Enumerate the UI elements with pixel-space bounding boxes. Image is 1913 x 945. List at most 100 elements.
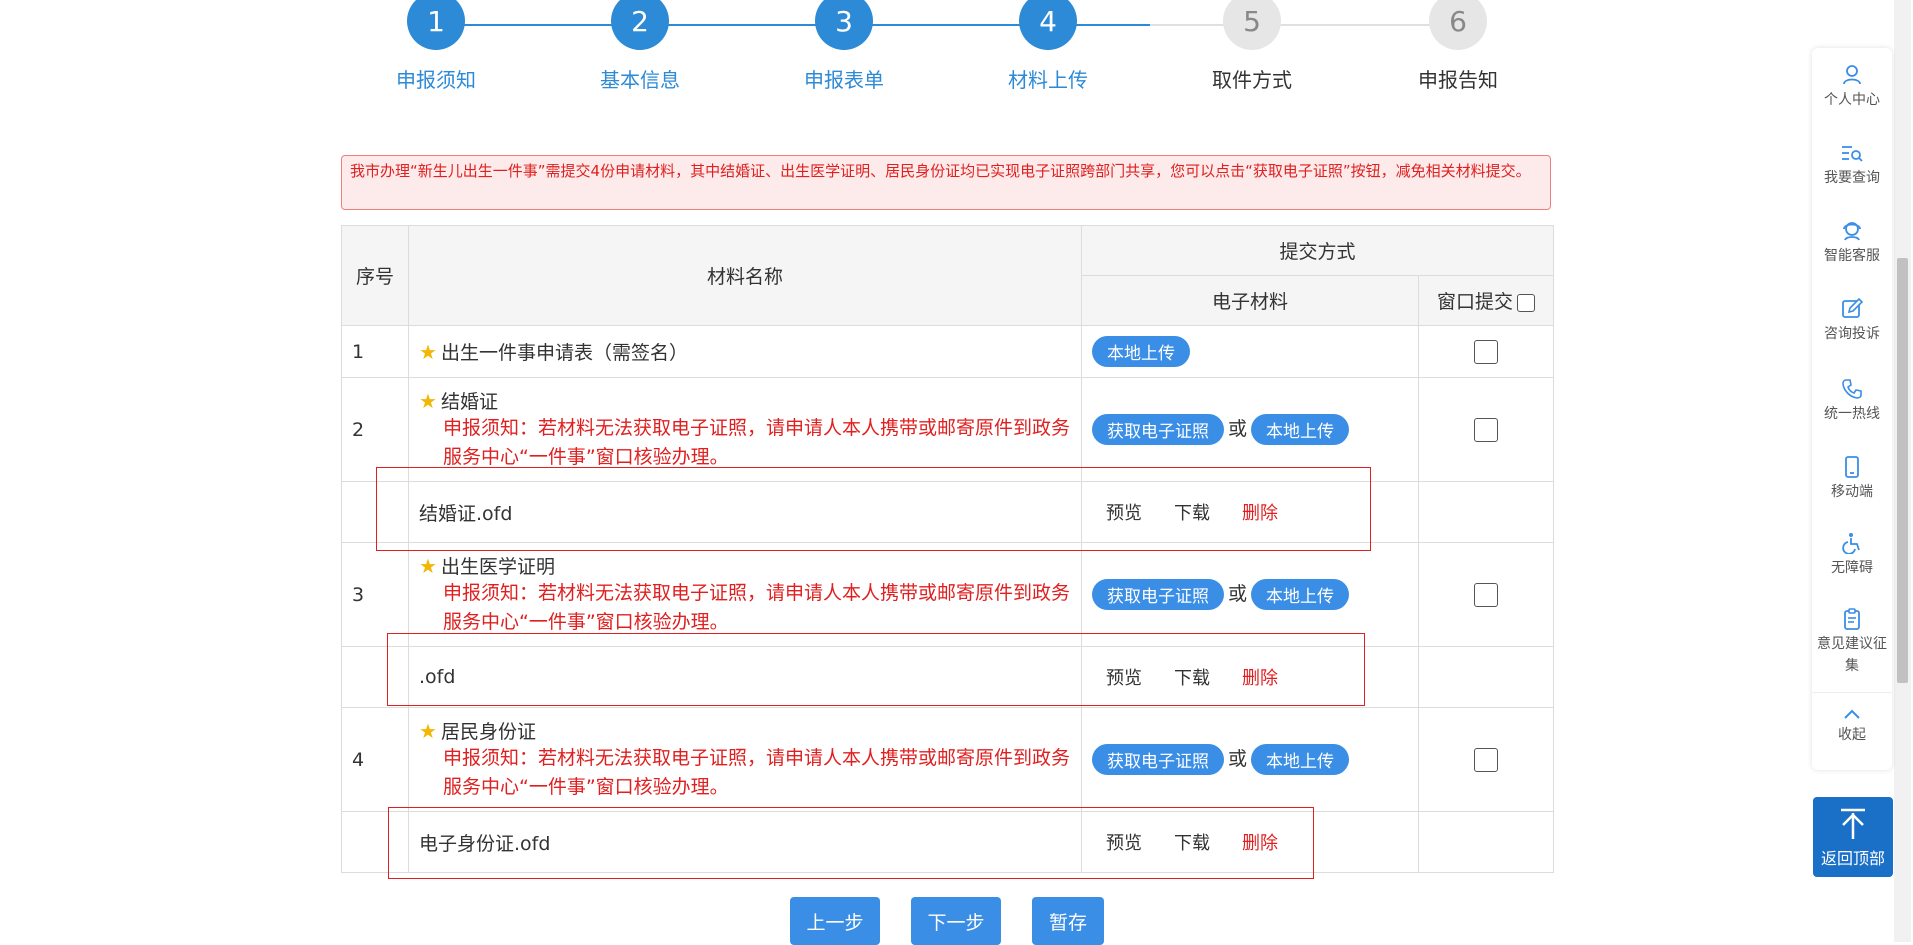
- window-submit-checkbox[interactable]: [1474, 339, 1498, 364]
- sidebar-item-label: 个人中心: [1824, 92, 1880, 108]
- highlight-box: [387, 633, 1365, 706]
- window-cell: [1417, 542, 1555, 647]
- sidebar-collapse-label: 收起: [1838, 727, 1866, 743]
- table-row: 1 ★ 出生一件事申请表（需签名） 本地上传: [341, 325, 1555, 378]
- electronic-cell: 获取电子证照或本地上传: [1081, 707, 1419, 812]
- sidebar-item-mobile[interactable]: 移动端: [1812, 456, 1892, 501]
- step-6: 6 申报告知: [1338, 0, 1578, 93]
- local-upload-button[interactable]: 本地上传: [1092, 336, 1190, 367]
- window-cell: [1417, 377, 1555, 482]
- sidebar-item-personal-center[interactable]: 个人中心: [1812, 64, 1892, 109]
- get-license-button[interactable]: 获取电子证照: [1092, 744, 1224, 775]
- get-license-button[interactable]: 获取电子证照: [1092, 579, 1224, 610]
- clipboard-icon: [1844, 608, 1860, 630]
- step-6-label: 申报告知: [1418, 68, 1498, 92]
- or-text: 或: [1228, 748, 1248, 770]
- table-row: 3 ★ 出生医学证明 申报须知：若材料无法获取电子证照，请申请人本人携带或邮寄原件…: [341, 542, 1555, 647]
- phone-icon: [1842, 379, 1862, 399]
- sidebar-item-consult-complaint[interactable]: 咨询投诉: [1812, 298, 1892, 343]
- window-select-all-checkbox[interactable]: [1517, 293, 1536, 312]
- sidebar-item-label: 移动端: [1831, 484, 1873, 500]
- sidebar-item-smart-service[interactable]: 智能客服: [1812, 220, 1892, 265]
- star-icon: ★: [419, 388, 437, 413]
- sidebar-item-label: 统一热线: [1824, 406, 1880, 422]
- electronic-cell: 本地上传: [1081, 325, 1419, 378]
- back-to-top-button[interactable]: 返回顶部: [1813, 797, 1893, 877]
- material-name: 结婚证: [440, 391, 498, 413]
- prev-step-button[interactable]: 上一步: [790, 897, 880, 945]
- window-submit-checkbox[interactable]: [1474, 417, 1498, 442]
- material-name-cell: ★ 出生医学证明 申报须知：若材料无法获取电子证照，请申请人本人携带或邮寄原件到政…: [408, 542, 1082, 647]
- progress-stepper: 1 申报须知 2 基本信息 3 申报表单 4 材料上传 5 取件方式 6 申报告…: [0, 0, 1913, 110]
- sidebar-item-feedback[interactable]: 意见建议征集: [1812, 608, 1892, 677]
- row-number: 4: [341, 707, 409, 812]
- material-name: 居民身份证: [440, 721, 536, 743]
- sidebar-item-query[interactable]: 我要查询: [1812, 142, 1892, 187]
- material-note: 申报须知：若材料无法获取电子证照，请申请人本人携带或邮寄原件到政务服务中心“一件…: [443, 582, 1071, 633]
- step-5-number: 5: [1223, 0, 1281, 50]
- star-icon: ★: [419, 339, 437, 364]
- highlight-box: [388, 807, 1314, 879]
- electronic-cell: 获取电子证照或本地上传: [1081, 542, 1419, 647]
- notice-banner: 我市办理“新生儿出生一件事”需提交4份申请材料，其中结婚证、出生医学证明、居民身…: [341, 155, 1551, 210]
- sidebar-item-label: 意见建议征集: [1817, 636, 1887, 674]
- accessibility-icon: [1842, 533, 1860, 554]
- row-number: 2: [341, 377, 409, 482]
- scrollbar-thumb[interactable]: [1897, 258, 1908, 683]
- sidebar-collapse-button[interactable]: 收起: [1812, 692, 1892, 785]
- sidebar-item-label: 智能客服: [1824, 248, 1880, 264]
- row-number: 1: [341, 325, 409, 378]
- step-6-number: 6: [1429, 0, 1487, 50]
- edit-icon: [1842, 298, 1863, 318]
- save-draft-button[interactable]: 暂存: [1032, 897, 1104, 945]
- material-name-cell: ★ 居民身份证 申报须知：若材料无法获取电子证照，请申请人本人携带或邮寄原件到政务…: [408, 707, 1082, 812]
- step-4-number: 4: [1019, 0, 1077, 50]
- highlight-box: [376, 467, 1371, 551]
- sidebar-item-label: 无障碍: [1831, 560, 1873, 576]
- material-note: 申报须知：若材料无法获取电子证照，请申请人本人携带或邮寄原件到政务服务中心“一件…: [443, 417, 1071, 468]
- get-license-button[interactable]: 获取电子证照: [1092, 414, 1224, 445]
- next-step-button[interactable]: 下一步: [911, 897, 1001, 945]
- header-no: 序号: [341, 225, 409, 326]
- material-name-cell: ★ 结婚证 申报须知：若材料无法获取电子证照，请申请人本人携带或邮寄原件到政务服务…: [408, 377, 1082, 482]
- sidebar-item-label: 我要查询: [1824, 170, 1880, 186]
- header-electronic: 电子材料: [1081, 275, 1419, 326]
- local-upload-button[interactable]: 本地上传: [1251, 414, 1350, 445]
- back-to-top-label: 返回顶部: [1820, 849, 1885, 868]
- step-1-number: 1: [407, 0, 465, 50]
- header-window: 窗口提交: [1417, 275, 1555, 326]
- sidebar-item-label: 咨询投诉: [1824, 326, 1880, 342]
- arrow-up-icon: [1841, 808, 1865, 839]
- chevron-up-icon: [1844, 709, 1860, 719]
- material-note: 申报须知：若材料无法获取电子证照，请申请人本人携带或邮寄原件到政务服务中心“一件…: [443, 747, 1071, 798]
- table-row: 2 ★ 结婚证 申报须知：若材料无法获取电子证照，请申请人本人携带或邮寄原件到政务…: [341, 377, 1555, 482]
- header-submit-method: 提交方式: [1080, 225, 1555, 276]
- material-name: 出生医学证明: [440, 556, 555, 578]
- sidebar-item-accessibility[interactable]: 无障碍: [1812, 532, 1892, 577]
- table-row: 4 ★ 居民身份证 申报须知：若材料无法获取电子证照，请申请人本人携带或邮寄原件到…: [341, 707, 1555, 812]
- sidebar-item-hotline[interactable]: 统一热线: [1812, 378, 1892, 423]
- electronic-cell: 获取电子证照或本地上传: [1081, 377, 1419, 482]
- step-5: 5 取件方式: [1132, 0, 1372, 93]
- local-upload-button[interactable]: 本地上传: [1251, 744, 1350, 775]
- user-icon: [1843, 65, 1861, 85]
- header-window-label: 窗口提交: [1437, 291, 1514, 313]
- material-name: 出生一件事申请表（需签名）: [440, 342, 688, 364]
- search-list-icon: [1842, 146, 1863, 162]
- window-cell: [1417, 707, 1555, 812]
- local-upload-button[interactable]: 本地上传: [1251, 579, 1350, 610]
- right-sidebar: 个人中心 我要查询 智能客服 咨询投诉 统一热线 移动端 无障碍 意见建议征集 …: [1812, 48, 1892, 770]
- window-cell: [1417, 325, 1555, 378]
- step-2-number: 2: [611, 0, 669, 50]
- material-name-cell: ★ 出生一件事申请表（需签名）: [408, 325, 1082, 378]
- step-3-number: 3: [815, 0, 873, 50]
- or-text: 或: [1228, 583, 1248, 605]
- star-icon: ★: [419, 718, 437, 743]
- mobile-icon: [1845, 456, 1859, 478]
- step-5-label: 取件方式: [1212, 68, 1292, 92]
- service-icon: [1843, 222, 1861, 241]
- window-submit-checkbox[interactable]: [1474, 747, 1498, 772]
- row-number: 3: [341, 542, 409, 647]
- header-material-name: 材料名称: [408, 225, 1082, 326]
- window-submit-checkbox[interactable]: [1474, 582, 1498, 607]
